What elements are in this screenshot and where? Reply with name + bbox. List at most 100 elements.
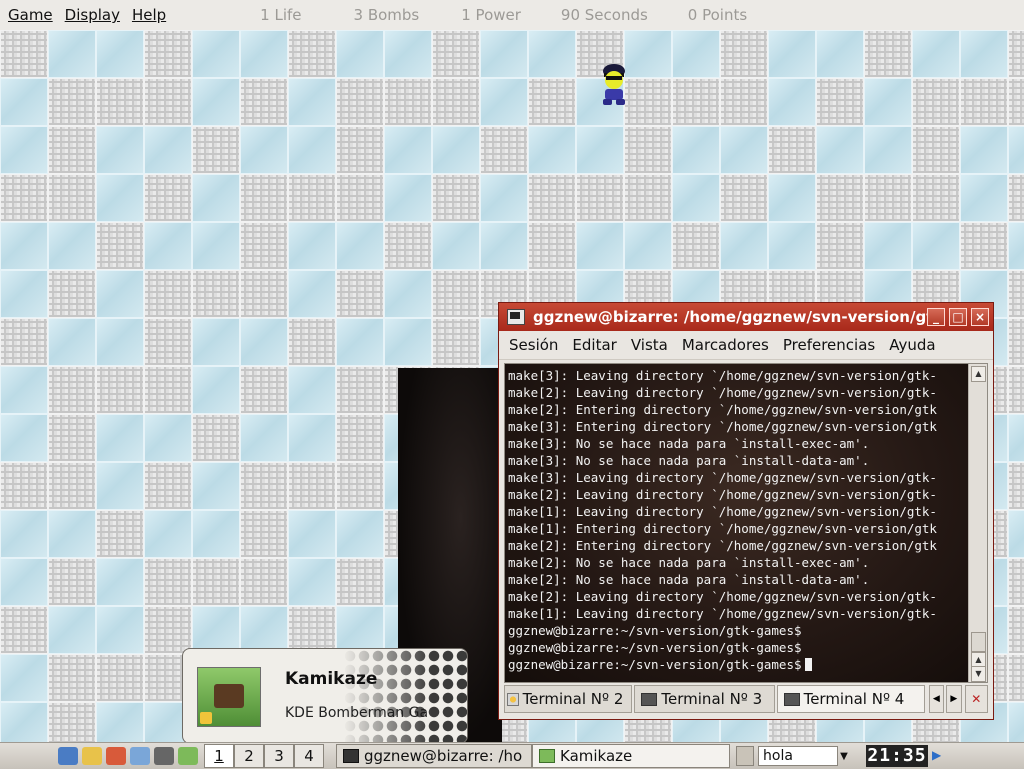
stone-block	[336, 270, 384, 318]
ice-floor	[768, 222, 816, 270]
terminal-prompt-line: ggznew@bizarre:~/svn-version/gtk-games$	[508, 656, 965, 673]
notification-decoration	[343, 649, 467, 743]
konqueror-icon[interactable]	[130, 747, 150, 765]
terminal-output[interactable]: make[3]: Leaving directory `/home/ggznew…	[504, 363, 988, 683]
stone-block	[336, 126, 384, 174]
terminal-lines: make[3]: Leaving directory `/home/ggznew…	[508, 367, 965, 673]
pager-desktop-4[interactable]: 4	[294, 744, 324, 768]
ice-floor	[960, 30, 1008, 78]
stone-block	[240, 222, 288, 270]
stone-block	[864, 30, 912, 78]
konsole-menu-sesion[interactable]: Sesión	[502, 336, 565, 354]
bomberman-player-icon	[603, 64, 625, 105]
stone-block	[576, 174, 624, 222]
menu-game[interactable]: Game	[2, 6, 59, 24]
stone-block	[144, 174, 192, 222]
ice-floor	[144, 222, 192, 270]
konsole-menu-vista[interactable]: Vista	[624, 336, 675, 354]
tab-terminal-4[interactable]: Terminal Nº 4	[776, 685, 925, 713]
stone-block	[240, 78, 288, 126]
kamikaze-launcher-icon[interactable]	[178, 747, 198, 765]
ice-floor	[96, 318, 144, 366]
ice-floor	[384, 126, 432, 174]
scroll-thumb[interactable]	[971, 632, 986, 652]
search-icon[interactable]	[736, 746, 754, 766]
menu-display[interactable]: Display	[59, 6, 126, 24]
ice-floor	[384, 318, 432, 366]
ice-floor	[144, 126, 192, 174]
ice-floor	[0, 222, 48, 270]
konsole-menu-editar[interactable]: Editar	[565, 336, 623, 354]
konsole-menu-preferencias[interactable]: Preferencias	[776, 336, 882, 354]
ice-floor	[192, 222, 240, 270]
stone-block	[480, 126, 528, 174]
home-icon[interactable]	[106, 747, 126, 765]
kde-menu-icon[interactable]	[58, 747, 78, 765]
ice-floor	[288, 270, 336, 318]
terminal-line: ggznew@bizarre:~/svn-version/gtk-games$	[508, 623, 802, 638]
stone-block	[720, 78, 768, 126]
tab-scroll-left-icon[interactable]: ◀	[928, 685, 945, 713]
clock[interactable]: 21:35	[866, 745, 928, 767]
terminal-scrollbar[interactable]: ▲ ▲ ▼	[968, 364, 987, 682]
taskbar-task-konsole[interactable]: ggznew@bizarre: /ho	[336, 744, 532, 768]
terminal-line: make[2]: Entering directory `/home/ggzne…	[508, 538, 937, 553]
ice-floor	[1008, 702, 1024, 742]
stone-block	[720, 174, 768, 222]
konsole-menubar: Sesión Editar Vista Marcadores Preferenc…	[499, 331, 993, 360]
terminal-launcher-icon[interactable]	[154, 747, 174, 765]
stone-block	[384, 78, 432, 126]
pager-label-1: 1	[214, 747, 224, 765]
run-command-input[interactable]: hola	[758, 746, 838, 766]
menu-help[interactable]: Help	[126, 6, 172, 24]
kamikaze-notification[interactable]: Kamikaze KDE Bomberman Ga	[182, 648, 468, 744]
konsole-menu-marcadores[interactable]: Marcadores	[675, 336, 776, 354]
ice-floor	[96, 126, 144, 174]
konsole-title: ggznew@bizarre: /home/ggznew/svn-version…	[533, 308, 927, 326]
stone-block	[864, 174, 912, 222]
ice-floor	[1008, 510, 1024, 558]
ice-floor	[384, 270, 432, 318]
stone-block	[1008, 30, 1024, 78]
scroll-down-icon-2[interactable]: ▼	[971, 666, 986, 682]
ice-floor	[672, 126, 720, 174]
ice-floor	[192, 366, 240, 414]
pager-label-2: 2	[244, 747, 254, 765]
editor-icon[interactable]	[82, 747, 102, 765]
stone-block	[288, 462, 336, 510]
pager-desktop-2[interactable]: 2	[234, 744, 264, 768]
stone-block	[1008, 270, 1024, 318]
taskbar-task-kamikaze-label: Kamikaze	[560, 747, 633, 765]
pager-desktop-3[interactable]: 3	[264, 744, 294, 768]
new-session-icon[interactable]	[507, 692, 519, 706]
ice-floor	[0, 270, 48, 318]
konsole-menu-ayuda[interactable]: Ayuda	[882, 336, 942, 354]
stat-lives: 1 Life	[260, 6, 302, 24]
stone-block	[720, 30, 768, 78]
scroll-up-icon[interactable]: ▲	[971, 366, 986, 382]
pager-desktop-1[interactable]: 1	[204, 744, 234, 768]
konsole-titlebar[interactable]: ggznew@bizarre: /home/ggznew/svn-version…	[499, 303, 993, 331]
terminal-line: make[3]: Entering directory `/home/ggzne…	[508, 419, 937, 434]
ice-floor	[336, 30, 384, 78]
stone-block	[336, 558, 384, 606]
chevron-down-icon[interactable]: ▼	[838, 751, 850, 762]
minimize-button[interactable]: _	[927, 308, 945, 326]
close-tab-icon[interactable]: ✕	[964, 685, 988, 713]
stat-points: 0 Points	[687, 6, 748, 24]
stone-block	[96, 510, 144, 558]
konsole-window[interactable]: ggznew@bizarre: /home/ggznew/svn-version…	[498, 302, 994, 720]
tab-terminal-3[interactable]: Terminal Nº 3	[634, 685, 775, 713]
ice-floor	[912, 30, 960, 78]
tab-scroll-right-icon[interactable]: ▶	[946, 685, 962, 713]
stone-block	[144, 606, 192, 654]
stone-block	[768, 126, 816, 174]
tab-terminal-2[interactable]: Terminal Nº 2	[504, 685, 633, 713]
stone-block	[48, 462, 96, 510]
maximize-button[interactable]: □	[949, 308, 967, 326]
close-button[interactable]: ×	[971, 308, 989, 326]
taskbar-task-kamikaze[interactable]: Kamikaze	[532, 744, 730, 768]
tray-arrow-icon[interactable]: ▶	[932, 748, 948, 764]
stone-block	[624, 174, 672, 222]
konsole-tabbar: Terminal Nº 2 Terminal Nº 3 Terminal Nº …	[504, 685, 988, 713]
